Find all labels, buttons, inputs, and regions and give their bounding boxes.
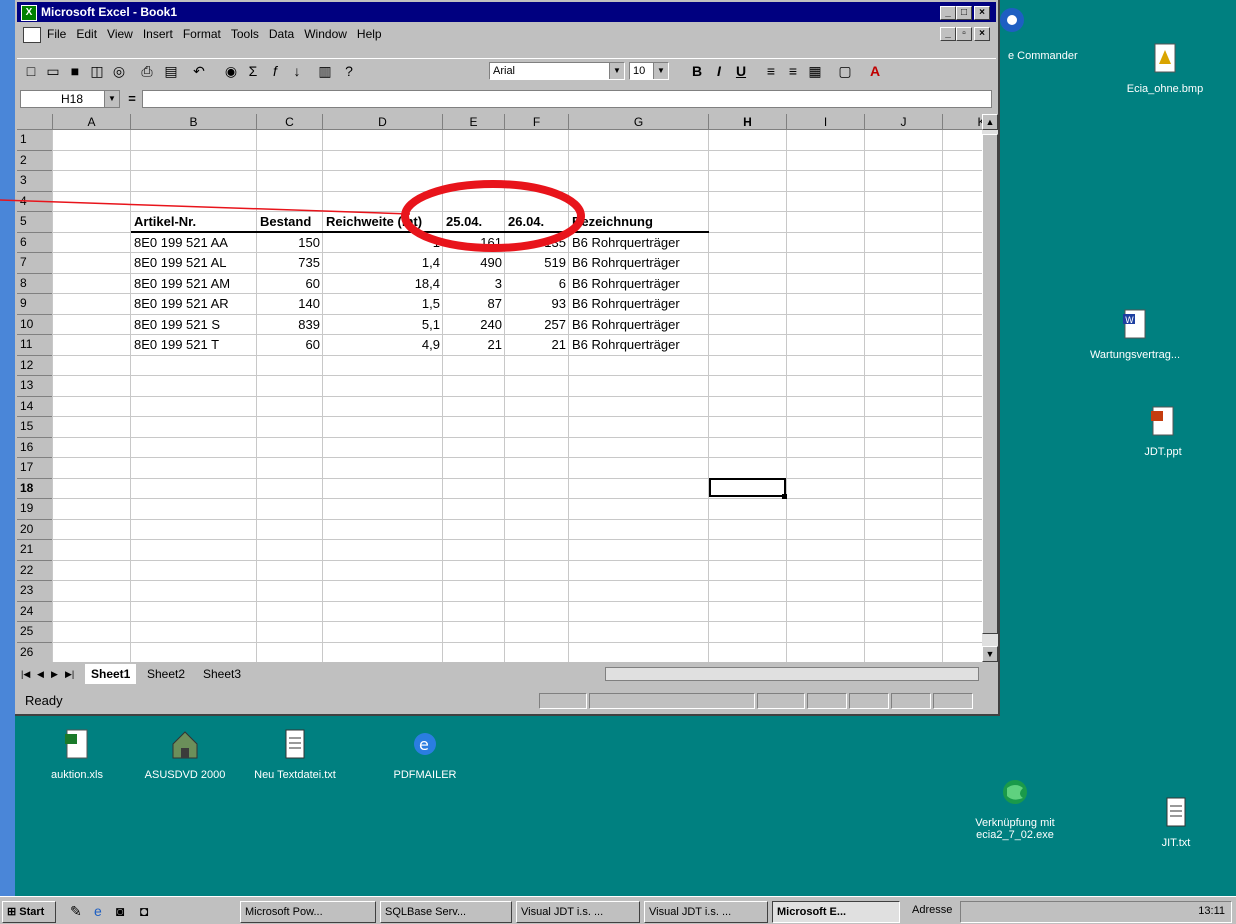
address-toolbar-label[interactable]: Adresse — [912, 904, 952, 916]
start-button[interactable]: ⊞ Start — [2, 901, 56, 923]
clock: 13:11 — [1198, 905, 1225, 917]
desktop-icon-label: ASUSDVD 2000 — [144, 769, 226, 781]
desktop-icon-ecia-exe[interactable]: Verknüpfung mit ecia2_7_02.exe — [960, 776, 1070, 841]
desktop-icon-auktion-xls[interactable]: auktion.xls — [22, 728, 132, 781]
task-button-visual-jdt-2[interactable]: Visual JDT i.s. ... — [644, 901, 768, 923]
browser-quicklaunch-icon[interactable]: e — [94, 903, 102, 919]
task-button-excel[interactable]: Microsoft E... — [772, 901, 900, 923]
text-file-icon — [285, 729, 305, 759]
desktop-icon-commander[interactable] — [992, 4, 1032, 45]
powerpoint-file-icon — [1151, 406, 1174, 436]
desktop-icon-label: JDT.ppt — [1144, 446, 1182, 458]
text-file-icon — [1166, 797, 1186, 827]
desktop-icon-pdfmailer[interactable]: e PDFMAILER — [370, 728, 480, 781]
desktop-icon-label: auktion.xls — [51, 769, 103, 781]
desktop-icon-label: Verknüpfung mit ecia2_7_02.exe — [975, 817, 1055, 841]
bitmap-file-icon — [1154, 43, 1176, 73]
desktop-icon-label: Neu Textdatei.txt — [254, 769, 336, 781]
system-tray: 13:11 — [960, 901, 1232, 923]
taskbar: ⊞ Start ✎ e ◙ ◘ Microsoft Pow... SQLBase… — [0, 896, 1236, 924]
excel-file-icon — [65, 729, 88, 759]
desktop-icon-jit-txt[interactable]: JIT.txt — [1136, 796, 1216, 849]
windows-logo-icon: ⊞ — [7, 906, 17, 918]
commander-icon — [1000, 8, 1024, 32]
desktop-icon-jdt-ppt[interactable]: JDT.ppt — [1108, 405, 1218, 458]
desktop-icon-label: PDFMAILER — [393, 769, 457, 781]
show-desktop-icon[interactable]: ✎ — [70, 903, 82, 920]
word-document-icon: W — [1123, 309, 1146, 339]
desktop-icon-ecia-bmp[interactable]: Ecia_ohne.bmp — [1110, 42, 1220, 95]
desktop-icon-neu-textdatei[interactable]: Neu Textdatei.txt — [240, 728, 350, 781]
svg-text:W: W — [1125, 316, 1134, 326]
desktop-icon-label: JIT.txt — [1161, 837, 1191, 849]
annotation-ellipse — [401, 180, 585, 252]
annotation-line — [0, 199, 411, 215]
desktop-icon-label: Wartungsvertrag... — [1089, 349, 1181, 361]
asusdvd-icon — [172, 731, 198, 759]
svg-text:e: e — [419, 735, 429, 754]
quicklaunch-icon[interactable]: ◘ — [140, 903, 148, 919]
globe-icon — [1003, 780, 1027, 804]
desktop-icon-label: e Commander — [1008, 50, 1078, 62]
task-button-powerpoint[interactable]: Microsoft Pow... — [240, 901, 376, 923]
internet-explorer-icon: e — [414, 733, 436, 755]
task-button-sqlbase[interactable]: SQLBase Serv... — [380, 901, 512, 923]
desktop-icon-wartungsvertrag[interactable]: W Wartungsvertrag... — [1080, 308, 1190, 361]
desktop-icon-asusdvd[interactable]: ASUSDVD 2000 — [130, 728, 240, 781]
task-button-visual-jdt-1[interactable]: Visual JDT i.s. ... — [516, 901, 640, 923]
quicklaunch-icon[interactable]: ◙ — [116, 903, 124, 919]
desktop-icon-label: Ecia_ohne.bmp — [1126, 83, 1204, 95]
